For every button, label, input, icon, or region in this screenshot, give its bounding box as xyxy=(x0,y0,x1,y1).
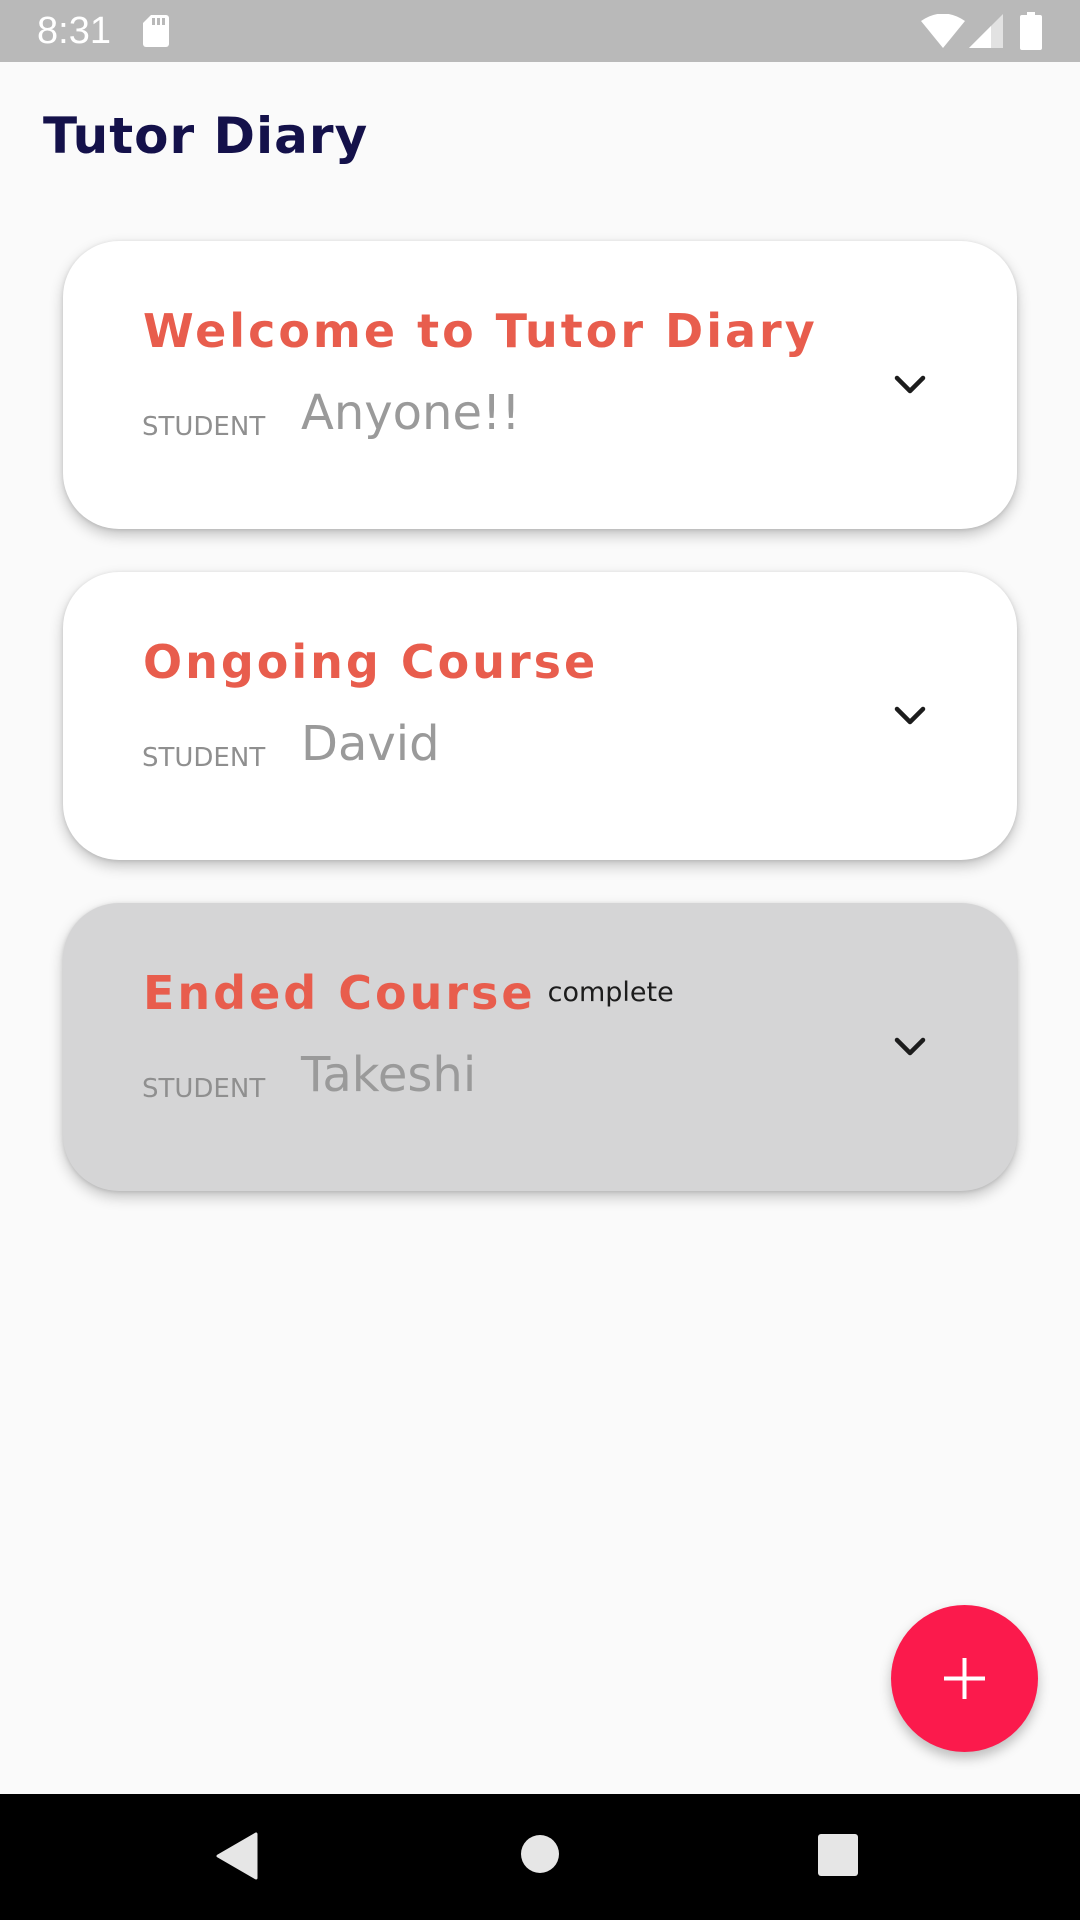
add-course-button[interactable] xyxy=(891,1605,1038,1752)
sd-card-icon xyxy=(143,15,169,47)
recents-icon[interactable] xyxy=(818,1834,858,1876)
status-time: 8:31 xyxy=(37,10,111,52)
course-title-text: Welcome to Tutor Diary xyxy=(143,304,818,358)
app-title: Tutor Diary xyxy=(43,107,369,165)
home-icon[interactable] xyxy=(520,1834,560,1874)
chevron-down-icon[interactable] xyxy=(888,698,932,734)
course-title: Ongoing Course xyxy=(143,632,610,692)
student-label: STUDENT xyxy=(142,1074,266,1104)
wifi-icon xyxy=(921,14,965,48)
chevron-down-icon[interactable] xyxy=(888,367,932,403)
student-label: STUDENT xyxy=(142,412,266,442)
course-title: Ended Course complete xyxy=(143,963,674,1023)
navigation-bar xyxy=(0,1794,1080,1920)
course-card[interactable]: Ended Course complete STUDENT Takeshi xyxy=(63,903,1017,1191)
chevron-down-icon[interactable] xyxy=(888,1029,932,1065)
course-card[interactable]: Welcome to Tutor Diary STUDENT Anyone!! xyxy=(63,241,1017,529)
course-status: complete xyxy=(547,977,674,1008)
back-icon[interactable] xyxy=(216,1832,258,1880)
plus-icon xyxy=(944,1658,985,1699)
signal-icon xyxy=(969,14,1003,48)
course-title: Welcome to Tutor Diary xyxy=(143,301,830,361)
course-title-text: Ended Course xyxy=(143,966,536,1020)
battery-icon xyxy=(1020,12,1042,50)
student-name: Takeshi xyxy=(301,1047,477,1103)
course-title-text: Ongoing Course xyxy=(143,635,599,689)
student-name: David xyxy=(301,716,440,772)
status-bar: 8:31 xyxy=(0,0,1080,62)
student-label: STUDENT xyxy=(142,743,266,773)
student-name: Anyone!! xyxy=(301,385,521,441)
course-card[interactable]: Ongoing Course STUDENT David xyxy=(63,572,1017,860)
